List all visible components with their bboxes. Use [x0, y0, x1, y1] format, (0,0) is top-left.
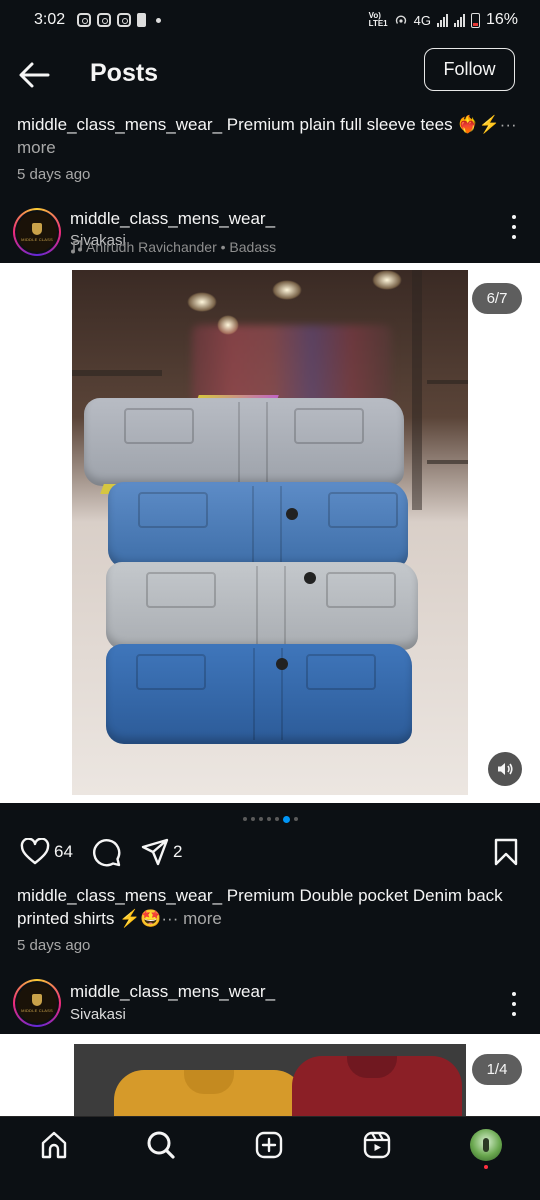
battery-icon — [470, 12, 480, 28]
profile-avatar — [470, 1129, 502, 1161]
share-icon[interactable] — [141, 838, 169, 866]
next-media-counter: 1/4 — [472, 1054, 522, 1085]
prev-post-caption[interactable]: middle_class_mens_wear_ Premium plain fu… — [17, 113, 522, 159]
prev-post-caption-text: middle_class_mens_wear_ Premium plain fu… — [17, 115, 500, 134]
post-actions: 64 2 — [0, 838, 540, 878]
carousel-dot — [242, 817, 247, 821]
home-icon — [41, 1131, 67, 1159]
post-header: MIDDLE CLASS middle_class_mens_wear_ Siv… — [0, 201, 540, 261]
next-post-username[interactable]: middle_class_mens_wear_ — [70, 982, 275, 1002]
battery-alert-icon — [137, 13, 147, 27]
brand-logo: MIDDLE CLASS — [17, 212, 57, 252]
status-bar: 3:02 Vo) LTE1 4G 16% — [0, 0, 540, 40]
page-title: Posts — [90, 59, 159, 87]
status-time: 3:02 — [34, 11, 66, 28]
post-caption-text: middle_class_mens_wear_ Premium Double p… — [17, 886, 503, 928]
post-photo — [72, 270, 468, 795]
follow-button[interactable]: Follow — [424, 48, 515, 91]
bottom-navigation — [0, 1116, 540, 1200]
kebab-menu-icon[interactable] — [510, 215, 518, 239]
next-post-location[interactable]: Sivakasi — [70, 1006, 126, 1023]
next-post-media[interactable]: 1/4 — [0, 1034, 540, 1116]
network-type: 4G — [413, 12, 431, 28]
next-post-photo — [74, 1044, 466, 1116]
signal-icon — [436, 13, 448, 27]
comment-icon[interactable] — [91, 838, 121, 868]
top-app-bar: Posts Follow — [0, 44, 540, 106]
carousel-indicator — [0, 815, 540, 823]
notification-dot — [484, 1165, 488, 1169]
post-media[interactable]: 6/7 — [0, 263, 540, 803]
notification-icons — [77, 13, 162, 27]
post-more-link[interactable]: ··· more — [161, 909, 221, 928]
avatar[interactable]: MIDDLE CLASS — [13, 979, 61, 1027]
mute-toggle-button[interactable] — [488, 752, 522, 786]
nav-create[interactable] — [253, 1129, 285, 1161]
battery-percent: 16% — [485, 11, 518, 28]
back-arrow-icon — [19, 62, 50, 88]
prev-post-time: 5 days ago — [17, 166, 91, 183]
media-counter: 6/7 — [472, 283, 522, 314]
more-notifications-dot — [156, 17, 162, 23]
nav-search[interactable] — [145, 1129, 177, 1161]
system-indicators: Vo) LTE1 4G 16% — [369, 11, 518, 29]
nav-profile[interactable] — [470, 1129, 502, 1161]
carousel-dot — [266, 817, 271, 821]
instagram-notification-icon — [77, 13, 92, 27]
music-label: Anirudh Ravichander • Badass — [86, 239, 277, 255]
carousel-dot — [274, 817, 279, 821]
post-music[interactable]: Anirudh Ravichander • Badass — [70, 239, 276, 255]
avatar[interactable]: MIDDLE CLASS — [13, 208, 61, 256]
back-button[interactable] — [18, 60, 50, 90]
volte-icon: Vo) LTE1 — [368, 11, 388, 28]
nav-home[interactable] — [38, 1129, 70, 1161]
carousel-dot — [293, 817, 298, 821]
share-count[interactable]: 2 — [173, 842, 182, 862]
post-time: 5 days ago — [17, 937, 91, 954]
carousel-dot — [282, 815, 290, 823]
carousel-dot — [258, 817, 263, 821]
heart-icon[interactable] — [20, 838, 50, 866]
music-note-icon — [71, 240, 82, 254]
instagram-notification-icon — [117, 13, 132, 27]
post-caption[interactable]: middle_class_mens_wear_ Premium Double p… — [17, 884, 522, 930]
nav-reels[interactable] — [361, 1129, 393, 1161]
like-count[interactable]: 64 — [54, 842, 73, 862]
volume-icon — [498, 763, 513, 775]
hotspot-icon — [395, 15, 406, 24]
signal-icon — [453, 13, 465, 27]
bookmark-icon[interactable] — [494, 838, 518, 866]
brand-logo: MIDDLE CLASS — [17, 983, 57, 1023]
carousel-dot — [250, 817, 255, 821]
kebab-menu-icon[interactable] — [510, 992, 518, 1016]
create-icon — [255, 1131, 283, 1159]
reels-icon — [363, 1131, 391, 1159]
instagram-notification-icon — [97, 13, 112, 27]
post-username[interactable]: middle_class_mens_wear_ — [70, 209, 275, 229]
search-icon — [147, 1131, 175, 1159]
next-post-header: MIDDLE CLASS middle_class_mens_wear_ Siv… — [0, 972, 540, 1032]
